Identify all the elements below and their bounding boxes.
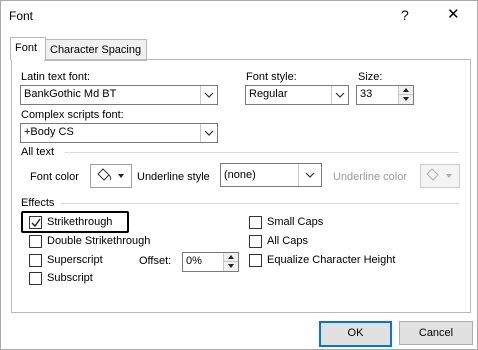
font-dialog: Font ? ✕ Font Character Spacing Latin te… — [0, 0, 478, 350]
font-style-dropdown-button[interactable] — [331, 86, 348, 104]
subscript-checkbox[interactable] — [29, 272, 42, 285]
close-button[interactable]: ✕ — [447, 5, 460, 23]
checkmark-icon — [31, 218, 41, 228]
offset-spinbox[interactable]: 0% — [182, 252, 239, 272]
underline-color-label: Underline color — [333, 171, 407, 183]
subscript-label[interactable]: Subscript — [47, 272, 93, 284]
all-caps-checkbox[interactable] — [249, 235, 262, 248]
complex-font-dropdown-button[interactable] — [200, 124, 217, 142]
equalize-height-checkbox[interactable] — [249, 254, 262, 267]
triangle-up-icon — [403, 88, 409, 92]
strikethrough-label[interactable]: Strikethrough — [47, 216, 112, 228]
complex-font-value: +Body CS — [24, 126, 74, 138]
triangle-up-icon — [228, 255, 234, 259]
size-spin-buttons[interactable] — [398, 86, 413, 104]
paint-bucket-icon — [426, 168, 452, 181]
offset-increase-button[interactable] — [224, 253, 238, 262]
small-caps-checkbox[interactable] — [249, 216, 262, 229]
all-text-section-header: All text — [21, 146, 461, 158]
all-text-section-label: All text — [21, 146, 55, 158]
dialog-title: Font — [9, 9, 34, 23]
underline-style-dropdown-button[interactable] — [298, 164, 321, 186]
small-caps-label[interactable]: Small Caps — [267, 216, 323, 228]
chevron-down-icon — [335, 92, 345, 98]
font-color-button[interactable] — [90, 164, 132, 188]
underline-style-label: Underline style — [137, 171, 210, 183]
cancel-button[interactable]: Cancel — [399, 321, 473, 345]
ok-button[interactable]: OK — [319, 321, 392, 347]
superscript-checkbox[interactable] — [29, 254, 42, 267]
tab-font-label: Font — [15, 42, 38, 54]
tab-font[interactable]: Font — [10, 37, 46, 60]
size-increase-button[interactable] — [399, 86, 413, 95]
latin-font-dropdown-button[interactable] — [200, 86, 217, 104]
offset-label: Offset: — [139, 255, 172, 267]
font-style-value: Regular — [249, 88, 288, 100]
offset-value: 0% — [186, 255, 202, 267]
latin-font-label: Latin text font: — [21, 71, 91, 83]
complex-font-label: Complex scripts font: — [21, 109, 124, 121]
underline-style-value: (none) — [224, 169, 256, 181]
superscript-label[interactable]: Superscript — [47, 254, 103, 266]
double-strikethrough-checkbox[interactable] — [29, 235, 42, 248]
chevron-down-icon — [204, 92, 214, 98]
triangle-down-icon — [403, 97, 409, 101]
tab-character-spacing[interactable]: Character Spacing — [44, 39, 147, 61]
strikethrough-checkbox[interactable] — [29, 216, 42, 229]
offset-spin-buttons[interactable] — [223, 253, 238, 271]
font-color-label: Font color — [30, 171, 79, 183]
size-label: Size: — [358, 71, 383, 83]
offset-decrease-button[interactable] — [224, 262, 238, 271]
all-caps-label[interactable]: All Caps — [267, 235, 308, 247]
paint-bucket-icon — [97, 168, 124, 181]
equalize-height-label[interactable]: Equalize Character Height — [267, 254, 395, 266]
font-style-combobox[interactable]: Regular — [245, 85, 349, 105]
size-spinbox[interactable]: 33 — [356, 85, 414, 105]
size-decrease-button[interactable] — [399, 95, 413, 104]
underline-color-button[interactable] — [420, 164, 460, 188]
tab-character-spacing-label: Character Spacing — [50, 44, 142, 56]
complex-font-combobox[interactable]: +Body CS — [20, 123, 218, 143]
size-value: 33 — [360, 88, 373, 100]
section-divider — [65, 152, 459, 153]
latin-font-combobox[interactable]: BankGothic Md BT — [20, 85, 218, 105]
effects-section-header: Effects — [21, 197, 461, 209]
chevron-down-icon — [305, 172, 315, 178]
effects-section-label: Effects — [21, 197, 55, 209]
triangle-down-icon — [228, 264, 234, 268]
section-divider — [61, 203, 459, 204]
help-button[interactable]: ? — [401, 7, 409, 23]
chevron-down-icon — [204, 130, 214, 136]
underline-style-combobox[interactable]: (none) — [220, 163, 322, 187]
double-strikethrough-label[interactable]: Double Strikethrough — [47, 235, 150, 247]
font-style-label: Font style: — [246, 71, 297, 83]
latin-font-value: BankGothic Md BT — [24, 88, 117, 100]
title-bar: Font ? ✕ — [1, 1, 477, 31]
